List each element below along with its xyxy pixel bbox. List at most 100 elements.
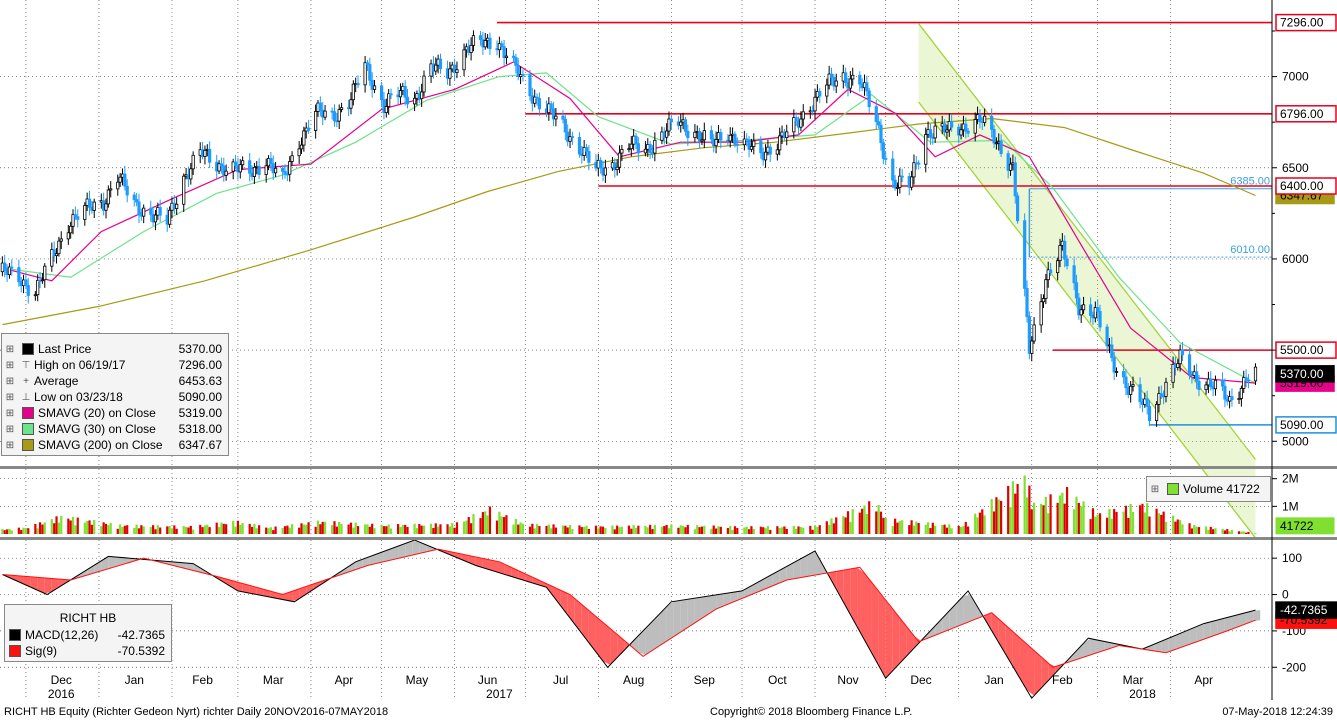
volume-bar [863,505,866,534]
volume-legend[interactable]: ⊞ Volume 41722 [1146,476,1271,502]
candle-body [587,151,591,163]
candle-body [132,194,136,200]
volume-bar [931,522,934,534]
price-legend-row[interactable]: ⊞ Last Price 5370.00 [2,341,228,357]
volume-legend-label: Volume [1183,482,1224,496]
volume-bar [752,528,755,534]
expand-icon[interactable]: ⊞ [4,440,16,451]
volume-bar [776,526,779,534]
expand-icon[interactable]: ⊞ [4,344,16,355]
volume-bar [797,526,800,534]
candle-body [158,207,162,216]
macd-legend-row[interactable]: MACD(12,26) -42.7365 [5,627,171,643]
candle-body [69,225,73,234]
price-legend-row[interactable]: ⊞ ⊤ High on 06/19/17 7296.00 [2,357,228,373]
volume-bar [107,525,110,534]
volume-bar [83,522,86,534]
price-tag-text: 5370.00 [1280,367,1324,381]
macd-histogram-fill [412,540,420,556]
macd-axis-0-label: 0 [1282,588,1289,602]
x-tick-label-13: Jan [984,673,1003,687]
price-legend-row[interactable]: ⊞ SMAVG (200) on Close 6347.67 [2,437,228,453]
volume-bar [611,525,614,534]
candle-body [865,82,869,92]
price-legend-row[interactable]: ⊞ SMAVG (30) on Close 5318.00 [2,421,228,437]
volume-bar [813,525,817,534]
candle-body [1112,357,1116,373]
legend-swatch [22,343,34,355]
candle-body [768,146,772,155]
macd-legend[interactable]: RICHT HB MACD(12,26) -42.7365 Sig(9) -70.53… [4,604,172,662]
candle-body [1063,240,1067,260]
candle-body [318,102,322,111]
candle-body [379,85,384,101]
volume-bar [265,527,268,534]
volume-bar [189,525,192,534]
volume-bar [1091,508,1095,534]
candle-body [1098,311,1102,328]
volume-bar [236,520,240,534]
volume-bar [712,525,715,534]
volume-bar [1195,526,1198,534]
price-legend-row[interactable]: ⊞ + Average 6453.63 [2,373,228,389]
candle-body [299,144,304,150]
volume-bar [274,526,277,534]
volume-bar [604,527,607,534]
volume-bar [135,524,138,534]
volume-bar [811,529,814,534]
volume-bar [825,521,828,534]
downtrend-channel [918,23,1257,539]
volume-bar [314,526,317,534]
expand-icon[interactable]: ⊞ [1149,484,1161,495]
candle-body [1096,307,1100,312]
candle-body [893,179,897,189]
macd-histogram-fill [956,595,964,627]
macd-legend-title: RICHT HB [59,611,117,625]
candle-body [1204,384,1208,390]
volume-bar [420,525,423,534]
volume-bar [677,527,680,534]
volume-bar [620,526,623,534]
volume-bar [323,521,327,534]
volume-bar [1007,485,1010,534]
channel-fill [918,23,1256,538]
price-legend-row[interactable]: ⊞ ⊥ Low on 03/23/18 5090.00 [2,389,228,405]
candle-body [1072,265,1076,284]
volume-bar [8,528,11,534]
expand-icon[interactable]: ⊞ [4,360,16,371]
volume-bar [142,526,145,534]
volume-bar [632,525,635,534]
price-tag-6796.00: 6796.00 [1275,105,1337,123]
price-legend[interactable]: ⊞ Last Price 5370.00 ⊞ ⊤ High on 06/19/17 7296… [1,333,229,456]
volume-bar [714,528,718,534]
macd-histogram-fill [588,610,596,652]
volume-bar [156,525,159,534]
macd-legend-row[interactable]: Sig(9) -70.5392 [5,643,171,659]
volume-bar [1237,531,1241,534]
volume-bar [835,517,838,534]
candle-body [785,131,789,139]
volume-bar [1228,531,1231,534]
expand-icon[interactable]: ⊞ [4,408,16,419]
candle-body [733,133,737,145]
volume-bar [232,520,235,534]
price-legend-label: Last Price [38,342,92,356]
expand-icon[interactable]: ⊞ [4,392,16,403]
candle-body [3,262,7,271]
candle-body [653,139,657,154]
candle-body [728,134,732,142]
expand-icon[interactable]: ⊞ [4,376,16,387]
volume-bar [616,525,619,534]
volume-bar [1106,517,1109,534]
volume-bar [331,525,334,534]
volume-bar [528,526,532,534]
volume-bar [104,523,108,534]
macd-axis--200-label: -200 [1282,660,1306,674]
candle-body [1124,376,1128,389]
macd-legend-label: MACD(12,26) [25,628,99,642]
price-legend-row[interactable]: ⊞ SMAVG (20) on Close 5319.00 [2,405,228,421]
candle-body [1048,269,1053,274]
volume-bar [1221,528,1224,534]
candle-body [877,121,881,126]
expand-icon[interactable]: ⊞ [4,424,16,435]
